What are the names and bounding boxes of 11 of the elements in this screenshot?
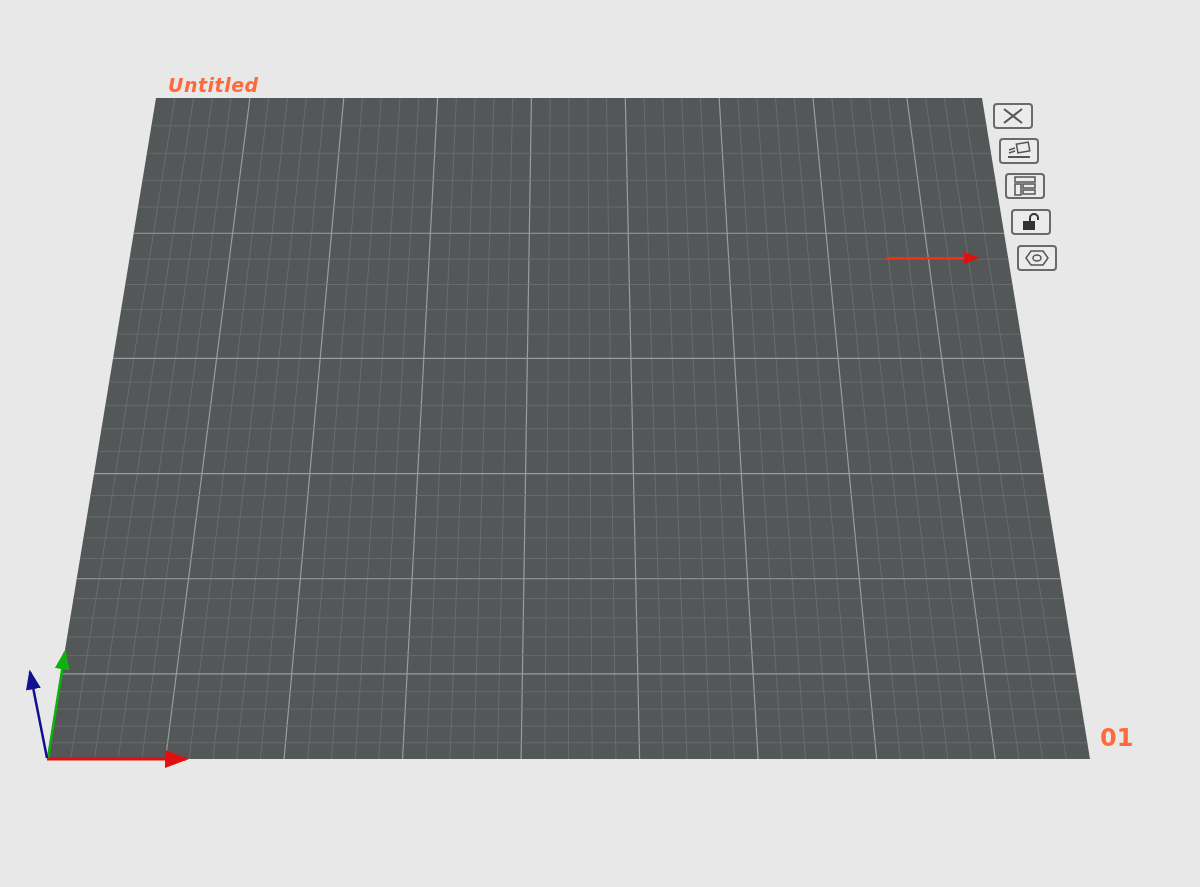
- close-icon: [1001, 108, 1025, 124]
- unlocked-padlock-icon: [1021, 213, 1041, 231]
- layout-button[interactable]: [1005, 173, 1045, 199]
- lock-button[interactable]: [1011, 209, 1051, 235]
- close-button[interactable]: [993, 103, 1033, 129]
- plate-number: 01: [1100, 724, 1134, 752]
- layout-icon: [1013, 176, 1037, 196]
- hex-nut-icon: [1024, 249, 1050, 267]
- settings-button[interactable]: [1017, 245, 1057, 271]
- plate-title: Untitled: [168, 74, 259, 96]
- auto-arrange-button[interactable]: [999, 138, 1039, 164]
